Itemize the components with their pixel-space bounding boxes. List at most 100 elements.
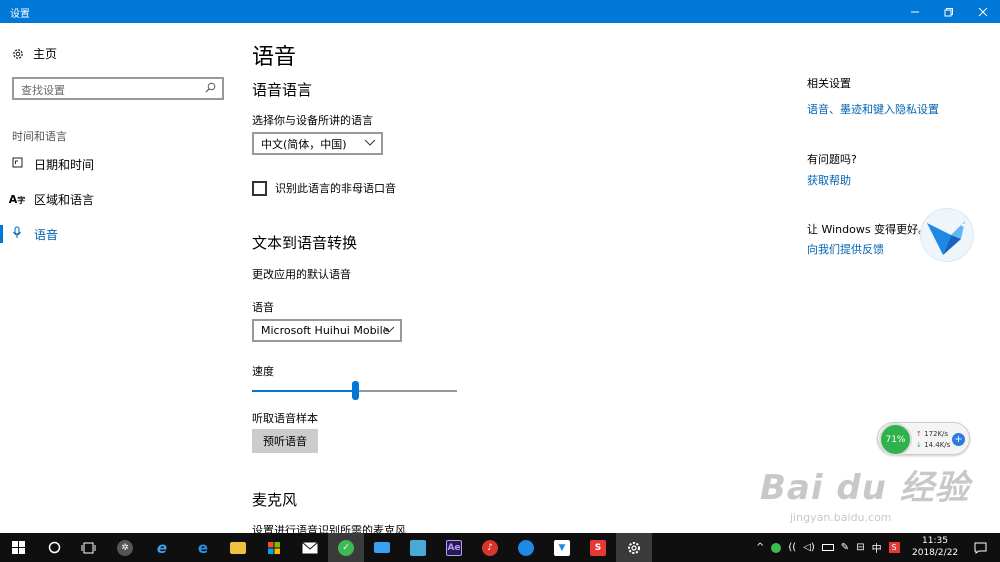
chevron-up-icon[interactable]: ^ [756, 542, 764, 553]
cortana-icon[interactable] [36, 533, 72, 562]
slider-fill [252, 390, 355, 392]
microphone-description: 设置进行语音识别所需的麦克风 [252, 524, 406, 533]
watermark: Bai du 经验 jingyan.baidu.com [760, 460, 1000, 533]
privacy-settings-link[interactable]: 语音、墨迹和键入隐私设置 [807, 101, 939, 117]
minimize-icon [911, 11, 919, 12]
ime-indicator[interactable]: 中 [872, 540, 882, 555]
get-help-link[interactable]: 获取帮助 [807, 172, 851, 188]
netease-music-icon[interactable]: ♪ [472, 533, 508, 562]
download-speed: ↓ 14.4K/s [916, 441, 950, 449]
search-input[interactable] [14, 81, 194, 100]
slider-thumb[interactable] [351, 381, 359, 400]
tts-heading: 文本到语音转换 [252, 234, 358, 252]
sidebar: 主页 时间和语言 日期和时间 A字 区域和语言 语音 [0, 23, 240, 533]
upload-speed: ↑ 172K/s [916, 430, 948, 438]
language-dropdown[interactable]: 中文(简体，中国) [252, 132, 383, 155]
sidebar-item-region-language[interactable]: A字 区域和语言 [0, 186, 240, 212]
feedback-title: 让 Windows 变得更好。 [807, 223, 930, 236]
voice-label: 语音 [252, 301, 274, 314]
network-speed-widget[interactable]: 71% ↑ 172K/s ↓ 14.4K/s + [877, 422, 970, 456]
download-arrow-icon: ↓ [916, 441, 922, 449]
system-tray: ^ (( ◁) ✎ ⊟ 中 S [756, 533, 900, 562]
search-icon[interactable] [205, 82, 216, 96]
microphone-heading: 麦克风 [252, 491, 298, 509]
gear-icon [13, 48, 23, 59]
microphone-icon [0, 226, 34, 242]
right-panel: 相关设置 语音、墨迹和键入隐私设置 有问题吗? 获取帮助 让 Windows 变… [807, 23, 1000, 533]
search-box [12, 77, 224, 100]
qq-browser-icon[interactable] [508, 533, 544, 562]
settings-icon[interactable] [616, 533, 652, 562]
home-label: 主页 [33, 47, 58, 61]
download-value: 14.4K/s [924, 441, 951, 449]
edge-icon[interactable]: e [185, 533, 221, 562]
fan-app-icon[interactable]: ✲ [107, 533, 143, 562]
memory-percent-badge: 71% [879, 423, 912, 456]
voice-dropdown-value: Microsoft Huihui Mobile [261, 324, 390, 337]
sogou-tray-icon[interactable]: S [888, 542, 900, 553]
voice-dropdown[interactable]: Microsoft Huihui Mobile [252, 319, 402, 342]
ie-icon[interactable]: e [144, 533, 180, 562]
sidebar-item-speech[interactable]: 语音 [0, 221, 240, 247]
settings-window: 设置 主页 时间和语言 日期和时间 A字 [0, 0, 1000, 533]
notification-icon[interactable] [962, 533, 998, 562]
speed-slider[interactable] [252, 381, 457, 401]
checkbox-box[interactable] [252, 180, 267, 196]
chevron-down-icon [383, 323, 395, 338]
wifi-icon[interactable]: (( [788, 542, 796, 553]
question-title: 有问题吗? [807, 153, 857, 166]
language-icon: A字 [8, 192, 26, 206]
preview-voice-button[interactable]: 预听语音 [252, 429, 318, 453]
main-content: 语音 语音语言 选择你与设备所讲的语言 中文(简体，中国) 识别此语言的非母语口… [252, 23, 752, 533]
title-bar: 设置 [0, 0, 1000, 23]
page-title: 语音 [252, 45, 297, 70]
sidebar-item-label: 区域和语言 [34, 192, 95, 207]
sidebar-item-date-time[interactable]: 日期和时间 [0, 151, 240, 177]
upload-arrow-icon: ↑ [916, 430, 922, 438]
pen-icon[interactable]: ✎ [841, 542, 849, 553]
tray-green-icon[interactable] [771, 542, 782, 553]
store-icon[interactable] [256, 533, 292, 562]
home-link[interactable]: 主页 [12, 45, 57, 62]
upload-value: 172K/s [924, 430, 949, 438]
laptop-app-icon[interactable] [364, 533, 400, 562]
feedback-link[interactable]: 向我们提供反馈 [807, 241, 884, 257]
chevron-down-icon [364, 136, 376, 151]
taskbar: ✲ e e ✓ Ae ♪ ▼ S ^ (( ◁) ✎ ⊟ 中 S 11:35 2… [0, 533, 1000, 562]
after-effects-icon[interactable]: Ae [436, 533, 472, 562]
mail-icon[interactable] [292, 533, 328, 562]
related-settings-title: 相关设置 [807, 77, 851, 90]
maximize-button[interactable] [932, 0, 966, 23]
volume-icon[interactable]: ◁) [803, 542, 815, 553]
clock-date: 2018/2/22 [912, 548, 959, 558]
speech-language-heading: 语音语言 [252, 81, 313, 99]
remote-app-icon[interactable] [400, 533, 436, 562]
tts-description: 更改应用的默认语音 [252, 268, 351, 281]
checkbox-label: 识别此语言的非母语口音 [275, 182, 396, 195]
watermark-brand: Bai du 经验 [760, 468, 970, 508]
language-select-label: 选择你与设备所讲的语言 [252, 114, 373, 127]
battery-icon[interactable] [821, 544, 834, 551]
clock[interactable]: 11:35 2018/2/22 [912, 535, 958, 559]
window-title: 设置 [10, 9, 30, 20]
sample-label: 听取语音样本 [252, 412, 318, 425]
close-icon [978, 7, 988, 16]
plus-icon[interactable]: + [952, 433, 965, 446]
sogou-icon[interactable]: S [580, 533, 616, 562]
network-icon[interactable]: ⊟ [856, 542, 864, 553]
start-icon[interactable] [0, 533, 36, 562]
speed-label: 速度 [252, 365, 274, 378]
app-green-icon[interactable]: ✓ [328, 533, 364, 562]
explorer-icon[interactable] [220, 533, 256, 562]
bird-logo-icon [920, 208, 974, 262]
bird-app-icon[interactable]: ▼ [544, 533, 580, 562]
close-button[interactable] [966, 0, 1000, 23]
non-native-accent-checkbox[interactable]: 识别此语言的非母语口音 [252, 180, 396, 196]
watermark-url: jingyan.baidu.com [790, 511, 892, 524]
task-view-icon[interactable] [70, 533, 106, 562]
language-dropdown-value: 中文(简体，中国) [261, 137, 347, 151]
calendar-icon [0, 157, 34, 171]
sidebar-item-label: 日期和时间 [34, 157, 95, 172]
minimize-button[interactable] [898, 0, 932, 23]
maximize-icon [944, 7, 953, 16]
